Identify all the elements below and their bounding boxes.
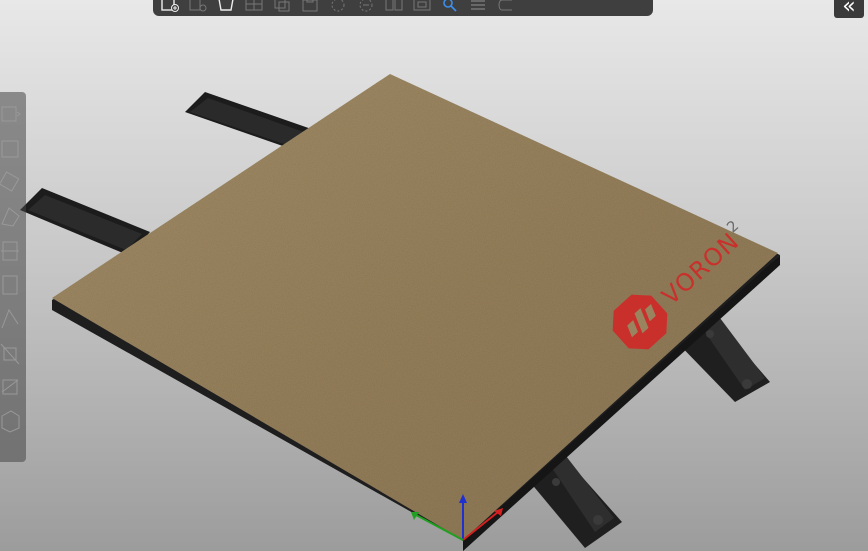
place-on-face-icon[interactable] xyxy=(0,204,21,230)
layers-editor-icon[interactable] xyxy=(467,0,489,13)
scale-icon[interactable] xyxy=(0,136,21,162)
move-icon[interactable] xyxy=(0,102,21,128)
delete-icon[interactable] xyxy=(187,0,209,13)
bed-plate[interactable] xyxy=(52,74,778,540)
top-toolbar xyxy=(153,0,653,16)
delete-all-icon[interactable] xyxy=(215,0,237,13)
add-object-icon[interactable] xyxy=(159,0,181,13)
emboss-icon[interactable] xyxy=(0,408,21,434)
rail-back-left-lower xyxy=(20,188,150,256)
search-icon[interactable] xyxy=(439,0,461,13)
undo-icon[interactable] xyxy=(495,0,517,13)
copy-icon[interactable] xyxy=(271,0,293,13)
support-painting-icon[interactable] xyxy=(0,272,21,298)
split-objects-icon[interactable] xyxy=(383,0,405,13)
left-gizmo-toolbar xyxy=(0,92,26,462)
split-parts-icon[interactable] xyxy=(411,0,433,13)
add-instance-icon[interactable] xyxy=(327,0,349,13)
seam-painting-icon[interactable] xyxy=(0,306,21,332)
arrange-icon[interactable] xyxy=(243,0,265,13)
chevron-double-left-icon: « xyxy=(842,0,856,19)
rotate-icon[interactable] xyxy=(0,170,21,196)
measure-icon[interactable] xyxy=(0,374,21,400)
3d-scene-viewport[interactable]: VORON 2 xyxy=(0,0,868,551)
mmu-painting-icon[interactable] xyxy=(0,340,21,366)
remove-instance-icon[interactable] xyxy=(355,0,377,13)
collapse-sidebar-button[interactable]: « xyxy=(834,0,864,18)
paste-icon[interactable] xyxy=(299,0,321,13)
cut-icon[interactable] xyxy=(0,238,21,264)
